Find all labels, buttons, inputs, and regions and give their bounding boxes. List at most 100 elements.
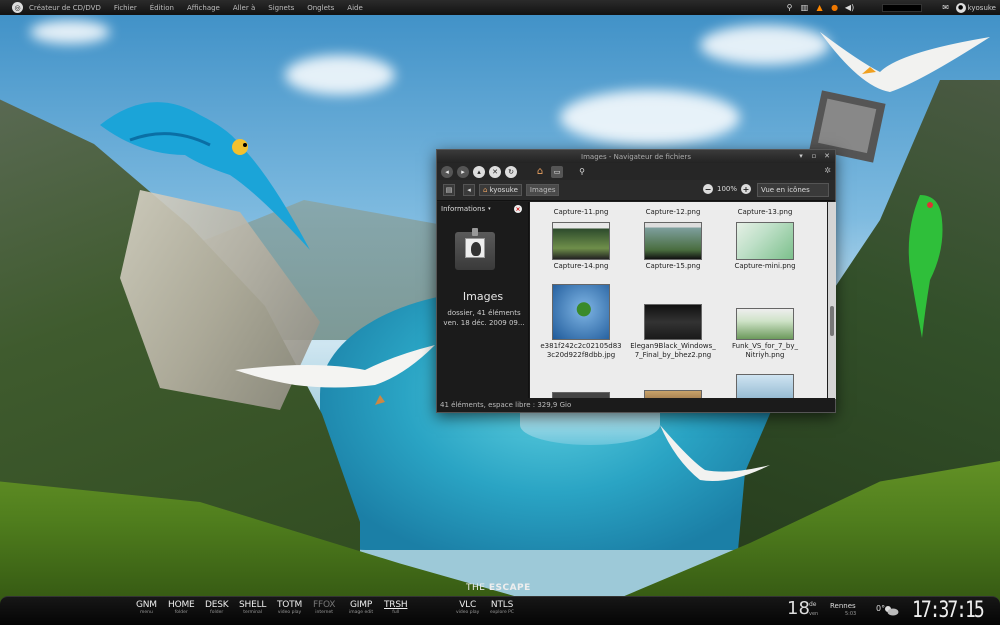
volume-icon[interactable]: ◀)	[845, 3, 855, 13]
launcher-gnm[interactable]: GNM menu	[136, 600, 157, 616]
zoom-out-button[interactable]: −	[702, 184, 713, 194]
window-controls: ▾ ▫ ✕	[797, 152, 831, 160]
file-thumbnail	[552, 222, 610, 260]
menu-bookmarks[interactable]: Signets	[268, 4, 294, 12]
scrollbar-thumb[interactable]	[830, 306, 834, 336]
launcher-sub: video play	[456, 610, 480, 615]
launcher-trsh[interactable]: TRSH full	[384, 600, 408, 616]
file-item[interactable]: Capture-15.png	[630, 222, 716, 271]
launcher-name: GNM	[136, 600, 157, 610]
file-name: Capture-12.png	[645, 208, 701, 216]
launcher-name: HOME	[168, 600, 195, 610]
launcher-desk[interactable]: DESK folder	[205, 600, 229, 616]
system-tray: ⚲ ▥ ▲ ● ◀) ✉ ● kyosuke	[785, 0, 1000, 15]
breadcrumb-images[interactable]: Images	[525, 184, 560, 196]
file-icon-view[interactable]: Capture-11.png Capture-12.png Capture-13…	[530, 202, 827, 399]
launcher-totm[interactable]: TOTM video play	[277, 600, 302, 616]
up-button[interactable]: ▴	[473, 165, 485, 178]
launcher-vlc[interactable]: VLC video play	[456, 600, 479, 616]
home-icon[interactable]: ⌂	[533, 165, 547, 179]
minimize-icon[interactable]: ▾	[797, 152, 805, 160]
file-item[interactable]: Capture-13.png	[722, 208, 808, 217]
date-day: 18	[787, 598, 810, 619]
menu-cd-creator[interactable]: Créateur de CD/DVD	[29, 4, 101, 12]
firefox-icon[interactable]: ●	[830, 3, 840, 13]
file-name: e381f242c2c02105d83	[540, 342, 622, 350]
back-button[interactable]: ◂	[441, 165, 453, 178]
menu-file[interactable]: Fichier	[114, 4, 137, 12]
system-monitor-meter[interactable]	[881, 3, 922, 12]
main-menu-icon[interactable]: ◎	[12, 2, 23, 13]
mail-icon[interactable]: ✉	[941, 3, 951, 13]
status-text: 41 éléments, espace libre : 329,9 Gio	[440, 401, 572, 409]
zoom-in-button[interactable]: +	[741, 184, 751, 194]
file-manager-window: Images - Navigateur de fichiers ▾ ▫ ✕ ◂ …	[436, 149, 836, 413]
file-name: Capture-11.png	[553, 208, 609, 216]
file-item[interactable]: Capture-mini.png	[722, 222, 808, 271]
cloud-sun-icon	[885, 606, 899, 616]
zoom-level: 100%	[716, 185, 737, 193]
file-thumbnail	[736, 374, 794, 399]
home-icon: ⌂	[483, 186, 488, 194]
launcher-sub: full	[392, 610, 400, 615]
close-sidepane-button[interactable]: ×	[514, 205, 522, 213]
menu-help[interactable]: Aide	[347, 4, 362, 12]
date-weekday: ven	[809, 611, 819, 617]
search-icon[interactable]: ⚲	[785, 3, 795, 13]
chevron-down-icon: ▾	[488, 206, 491, 212]
file-item[interactable]: Capture-11.png	[538, 208, 624, 217]
launcher-sub: internet	[315, 610, 334, 615]
location-toggle-button[interactable]: ▤	[443, 184, 455, 196]
view-mode-select[interactable]: Vue en icônes	[757, 183, 829, 197]
file-name: Capture-13.png	[737, 208, 793, 216]
user-icon: ●	[955, 2, 966, 13]
file-item[interactable]: Capture-14.png	[538, 222, 624, 271]
vertical-scrollbar[interactable]	[828, 202, 836, 399]
launcher-ntls[interactable]: NTLS explore PC	[490, 600, 514, 616]
file-name-cont: 3c20d922f8dbb.jpg	[546, 351, 616, 359]
file-thumbnail	[552, 284, 610, 340]
folder-icon	[455, 228, 495, 270]
launcher-ffox[interactable]: FFOX internet	[313, 600, 335, 616]
file-item[interactable]: Elegan9Black_Windows_ 7_Final_by_bhez2.p…	[630, 304, 716, 360]
forward-button[interactable]: ▸	[457, 165, 469, 178]
file-item[interactable]	[722, 374, 808, 399]
vlc-icon[interactable]: ▲	[815, 3, 825, 13]
trash-icon[interactable]: ▥	[800, 3, 810, 13]
launcher-gimp[interactable]: GIMP image edit	[349, 600, 373, 616]
title-bold: ESCAPE	[488, 583, 531, 593]
reload-button[interactable]: ↻	[505, 165, 517, 178]
wallpaper-title: THE ESCAPE	[466, 583, 531, 593]
file-item[interactable]: Capture-12.png	[630, 208, 716, 217]
file-name-cont: 7_Final_by_bhez2.png	[634, 351, 712, 359]
menu-edit[interactable]: Édition	[150, 4, 174, 12]
menu-tabs[interactable]: Onglets	[307, 4, 334, 12]
menu-view[interactable]: Affichage	[187, 4, 220, 12]
path-left-arrow[interactable]: ◂	[463, 184, 475, 196]
launcher-name: NTLS	[490, 600, 514, 610]
breadcrumb-home[interactable]: ⌂ kyosuke	[479, 184, 522, 196]
computer-icon[interactable]: ▭	[551, 165, 563, 178]
breadcrumb-home-label: kyosuke	[489, 186, 518, 194]
file-name: Capture-14.png	[553, 262, 609, 270]
stop-button[interactable]: ✕	[489, 165, 501, 178]
file-thumbnail	[644, 304, 702, 340]
launcher-name: GIMP	[350, 600, 373, 610]
launcher-shell[interactable]: SHELL terminal	[239, 600, 266, 616]
folder-date: ven. 18 déc. 2009 09...	[443, 319, 525, 327]
search-icon[interactable]: ⚲	[577, 167, 587, 177]
wallpaper-cloud	[30, 20, 110, 44]
file-item[interactable]: Funk_VS_for_7_by_ Nitriyh.png	[722, 308, 808, 360]
close-icon[interactable]: ✕	[823, 152, 831, 160]
launcher-home[interactable]: HOME folder	[168, 600, 195, 616]
file-item[interactable]: e381f242c2c02105d83 3c20d922f8dbb.jpg	[538, 284, 624, 360]
window-titlebar[interactable]: Images - Navigateur de fichiers ▾ ▫ ✕	[437, 150, 835, 163]
launcher-sub: explore PC	[490, 610, 515, 615]
file-thumbnail	[736, 222, 794, 260]
user-menu[interactable]: ● kyosuke	[955, 2, 996, 13]
sidepane-header[interactable]: Informations ▾ ×	[437, 202, 528, 216]
menu-go[interactable]: Aller à	[233, 4, 255, 12]
window-title: Images - Navigateur de fichiers	[581, 152, 691, 161]
maximize-icon[interactable]: ▫	[810, 152, 818, 160]
options-icon[interactable]: ✲	[824, 166, 831, 175]
